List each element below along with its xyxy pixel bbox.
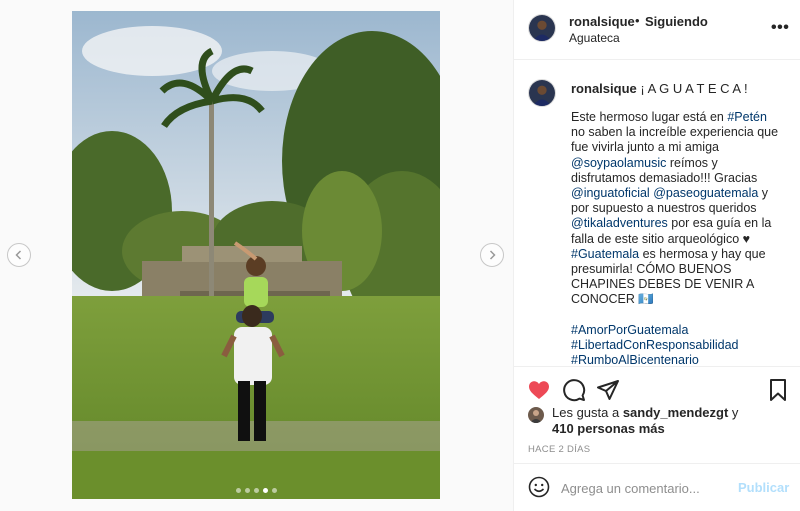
carousel-dot	[253, 488, 259, 493]
caption-heading: ronalsique ¡ A G U A T E C A !	[571, 81, 748, 96]
photo-area	[0, 0, 513, 511]
caption-tag-link[interactable]: #AmorPorGuatemala	[571, 323, 688, 337]
carousel-dot	[262, 488, 268, 493]
previous-photo-button[interactable]	[7, 243, 31, 267]
caption-username[interactable]: ronalsique	[571, 81, 637, 96]
following-button[interactable]: Siguiendo	[645, 14, 708, 29]
separator-dot: •	[635, 13, 640, 28]
action-bar	[514, 366, 800, 410]
photo-scene	[72, 11, 440, 499]
chevron-right-icon	[489, 250, 496, 260]
save-button[interactable]	[766, 378, 790, 402]
caption-tag-link[interactable]: #RumboAlBicentenario	[571, 353, 699, 365]
next-photo-button[interactable]	[480, 243, 504, 267]
caption-tag-link[interactable]: @paseoguatemala	[653, 186, 758, 200]
post-timestamp[interactable]: HACE 2 DÍAS	[528, 444, 590, 455]
like-button[interactable]	[527, 378, 551, 402]
carousel-indicator	[72, 488, 440, 493]
post-header: ronalsique • Siguiendo Aguateca •••	[514, 0, 800, 60]
post-side-panel: ronalsique • Siguiendo Aguateca ••• rona…	[513, 0, 800, 511]
heart-icon	[529, 381, 549, 399]
emoji-button[interactable]	[528, 476, 550, 498]
liker-avatar[interactable]	[528, 407, 544, 423]
carousel-dot	[235, 488, 241, 493]
paper-plane-icon	[597, 380, 619, 400]
comment-icon	[563, 379, 586, 402]
smiley-icon	[528, 476, 550, 498]
publish-button[interactable]: Publicar	[738, 480, 789, 495]
caption-tag-link[interactable]: #Guatemala	[571, 247, 639, 261]
carousel-dot	[271, 488, 277, 493]
avatar[interactable]	[528, 79, 556, 107]
caption-text: Este hermoso lugar está en #Petén no sab…	[571, 110, 783, 365]
caption-text-segment: Este hermoso lugar está en	[571, 110, 728, 124]
caption-tag-link[interactable]: @tikaladventures	[571, 216, 668, 230]
bookmark-icon	[770, 379, 786, 401]
username-link[interactable]: ronalsique	[569, 14, 635, 29]
more-options-button[interactable]: •••	[771, 19, 789, 37]
likes-count-link[interactable]: 410 personas más	[552, 421, 665, 437]
chevron-left-icon	[15, 250, 22, 260]
comment-button[interactable]	[562, 378, 586, 402]
post-photo[interactable]	[72, 11, 440, 499]
caption-section: ronalsique ¡ A G U A T E C A ! Este herm…	[514, 61, 800, 365]
avatar[interactable]	[528, 14, 556, 42]
caption-tag-link[interactable]: #Petén	[727, 110, 767, 124]
caption-text-segment: no saben la increíble experiencia que fu…	[571, 125, 779, 155]
comment-input[interactable]	[561, 477, 731, 499]
profile-picture	[529, 15, 555, 41]
location-link[interactable]: Aguateca	[569, 31, 620, 45]
likes-line: Les gusta a sandy_mendezgt y	[552, 405, 738, 421]
caption-tag-link[interactable]: @inguatoficial	[571, 186, 650, 200]
caption-tag-link[interactable]: @soypaolamusic	[571, 156, 666, 170]
carousel-dot	[244, 488, 250, 493]
share-button[interactable]	[596, 378, 620, 402]
caption-tag-link[interactable]: #LibertadConResponsabilidad	[571, 338, 738, 352]
likes-suffix: y	[728, 405, 739, 420]
profile-picture	[528, 407, 544, 423]
caption-title: ¡ A G U A T E C A !	[640, 81, 748, 96]
profile-picture	[529, 80, 555, 106]
likes-prefix: Les gusta a	[552, 405, 623, 420]
liker-username-link[interactable]: sandy_mendezgt	[623, 405, 728, 420]
comment-bar: Publicar	[514, 463, 800, 511]
